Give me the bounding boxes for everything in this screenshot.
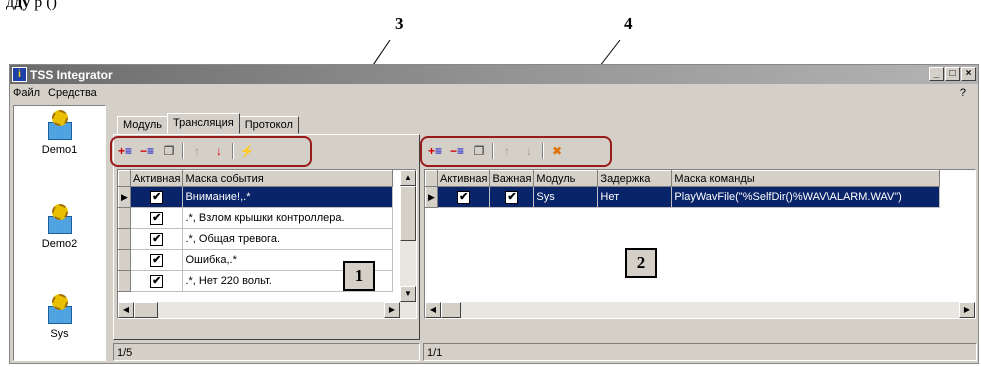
event-mask-cell[interactable]: Внимание!,.* [182,186,394,208]
scroll-down-button[interactable]: ▼ [400,286,416,302]
tab-translation[interactable]: Трансляция [167,113,240,134]
label-box-1: 1 [343,261,375,291]
vertical-scrollbar[interactable]: ▲ ▼ [400,170,416,302]
device-label: Demo2 [41,238,78,250]
device-gear-icon [44,294,76,324]
delay-cell[interactable]: Нет [597,186,673,208]
device-sys[interactable]: Sys [14,294,105,340]
table-row[interactable]: ✔ .*, Взлом крышки контроллера. [118,207,394,229]
command-grid: Активная Важная Модуль Задержка Маска ко… [424,169,976,319]
scroll-up-button[interactable]: ▲ [400,170,416,186]
document-text: дду р () [6,0,57,11]
event-mask-cell[interactable]: .*, Взлом крышки контроллера. [182,207,394,229]
event-grid: Активная Маска события ▶ ✔ Внимание!,.* … [117,169,417,319]
horizontal-scrollbar[interactable]: ◀ ▶ [118,302,416,318]
callout-4: 4 [624,14,633,33]
tab-module[interactable]: Модуль [117,116,168,134]
right-status: 1/1 [423,343,977,361]
column-important[interactable]: Важная [489,170,535,187]
column-active[interactable]: Активная [129,170,184,187]
column-command-mask[interactable]: Маска команды [671,170,941,187]
module-cell[interactable]: Sys [533,186,599,208]
device-label: Demo1 [41,144,78,156]
column-module[interactable]: Модуль [533,170,599,187]
scroll-thumb[interactable] [400,186,416,241]
column-active[interactable]: Активная [436,170,491,187]
row-indicator [118,249,131,271]
horizontal-scrollbar[interactable]: ◀ ▶ [425,302,975,318]
row-indicator [118,228,131,250]
row-indicator: ▶ [118,186,131,208]
callout-3: 3 [395,14,404,33]
active-checkbox[interactable]: ✔ [130,207,184,229]
grid-corner [118,170,131,187]
table-row[interactable]: ▶ ✔ Внимание!,.* [118,186,394,208]
callout-box-4 [420,136,612,167]
app-icon: i [12,67,27,82]
label-box-2: 2 [625,248,657,278]
scroll-left-button[interactable]: ◀ [118,302,134,318]
event-mask-cell[interactable]: .*, Общая тревога. [182,228,394,250]
table-row[interactable]: ✔ .*, Общая тревога. [118,228,394,250]
device-gear-icon [44,204,76,234]
minimize-button[interactable]: _ [929,67,944,81]
maximize-button[interactable]: □ [945,67,960,81]
scroll-thumb[interactable] [134,302,158,318]
column-event-mask[interactable]: Маска события [182,170,394,187]
menu-tools[interactable]: Средства [48,87,97,99]
menu-help[interactable]: ? [960,87,966,99]
callout-box-3 [110,136,312,167]
menu-bar: Файл Средства ? [10,84,978,102]
row-indicator: ▶ [425,186,438,208]
device-gear-icon [44,110,76,140]
title-bar: i TSS Integrator _ □ × [10,65,978,84]
tab-strip: Модуль Трансляция Протокол [117,113,299,134]
scroll-right-button[interactable]: ▶ [384,302,400,318]
scroll-right-button[interactable]: ▶ [959,302,975,318]
device-list: Demo1 Demo2 Sys [13,105,106,361]
app-window: i TSS Integrator _ □ × Файл Средства ? D… [9,64,979,364]
active-checkbox[interactable]: ✔ [130,270,184,292]
active-checkbox[interactable]: ✔ [437,186,491,208]
active-checkbox[interactable]: ✔ [130,228,184,250]
important-checkbox[interactable]: ✔ [489,186,535,208]
left-status: 1/5 [113,343,420,361]
row-indicator [118,207,131,229]
close-button[interactable]: × [961,67,976,81]
row-indicator [118,270,131,292]
grid-corner [425,170,438,187]
scroll-left-button[interactable]: ◀ [425,302,441,318]
device-label: Sys [50,328,69,340]
tab-protocol[interactable]: Протокол [238,116,299,134]
device-demo2[interactable]: Demo2 [14,204,105,250]
table-row[interactable]: ▶ ✔ ✔ Sys Нет PlayWavFile("%SelfDir()%WA… [425,186,941,208]
active-checkbox[interactable]: ✔ [130,186,184,208]
active-checkbox[interactable]: ✔ [130,249,184,271]
column-delay[interactable]: Задержка [597,170,673,187]
command-mask-cell[interactable]: PlayWavFile("%SelfDir()%WAV\ALARM.WAV") [671,186,941,208]
device-demo1[interactable]: Demo1 [14,110,105,156]
window-title: TSS Integrator [30,67,113,82]
menu-file[interactable]: Файл [13,87,40,99]
scroll-thumb[interactable] [441,302,461,318]
